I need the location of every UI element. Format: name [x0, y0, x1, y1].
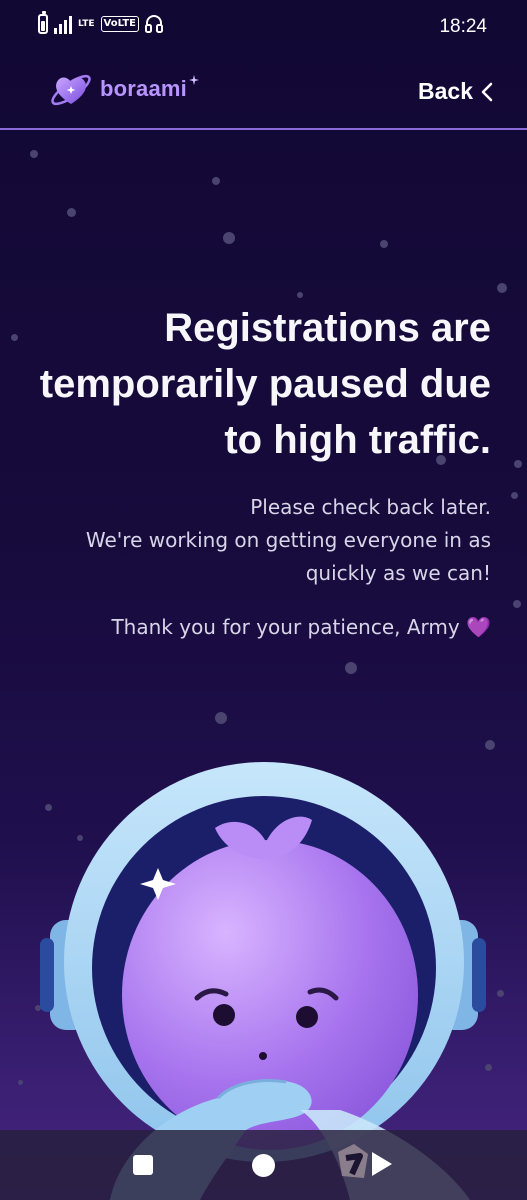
star [511, 492, 518, 499]
star [215, 712, 227, 724]
star [497, 283, 507, 293]
recents-icon[interactable] [133, 1155, 153, 1175]
sparkle-icon [188, 75, 199, 85]
boraami-logo[interactable]: boraami [48, 64, 199, 114]
battery-icon [38, 11, 48, 34]
status-time: 18:24 [439, 16, 487, 37]
star [223, 232, 235, 244]
network-type-label: LTE [78, 18, 95, 29]
message-line-1: Please check back later. [250, 495, 491, 519]
page-title: Registrations are temporarily paused due… [39, 306, 491, 462]
chevron-left-icon [481, 82, 493, 101]
star [513, 600, 521, 608]
logo-text: boraami [100, 76, 187, 101]
star [212, 177, 220, 185]
status-icons: LTE VoLTE [38, 11, 163, 34]
top-bar: boraami Back [0, 54, 527, 130]
planet-heart-icon [51, 74, 91, 106]
headphones-icon [144, 15, 163, 33]
star [485, 740, 495, 750]
status-bar: LTE VoLTE 18:24 [0, 0, 527, 54]
system-nav-bar [0, 1130, 527, 1200]
back-label: Back [418, 78, 473, 104]
star [514, 460, 522, 468]
star [11, 334, 18, 341]
star [380, 240, 388, 248]
volte-badge: VoLTE [100, 16, 139, 32]
home-icon[interactable] [252, 1154, 275, 1177]
star [30, 150, 38, 158]
star [297, 292, 303, 298]
floating-shortcut-icon[interactable] [334, 1142, 372, 1182]
back-triangle-icon[interactable] [372, 1152, 392, 1176]
back-button[interactable]: Back [418, 78, 493, 105]
star [345, 662, 357, 674]
thanks-message: Thank you for your patience, Army 💜 [111, 615, 491, 639]
message-line-2: We're working on getting everyone in as … [85, 528, 491, 585]
star [67, 208, 76, 217]
signal-icon [54, 14, 72, 34]
